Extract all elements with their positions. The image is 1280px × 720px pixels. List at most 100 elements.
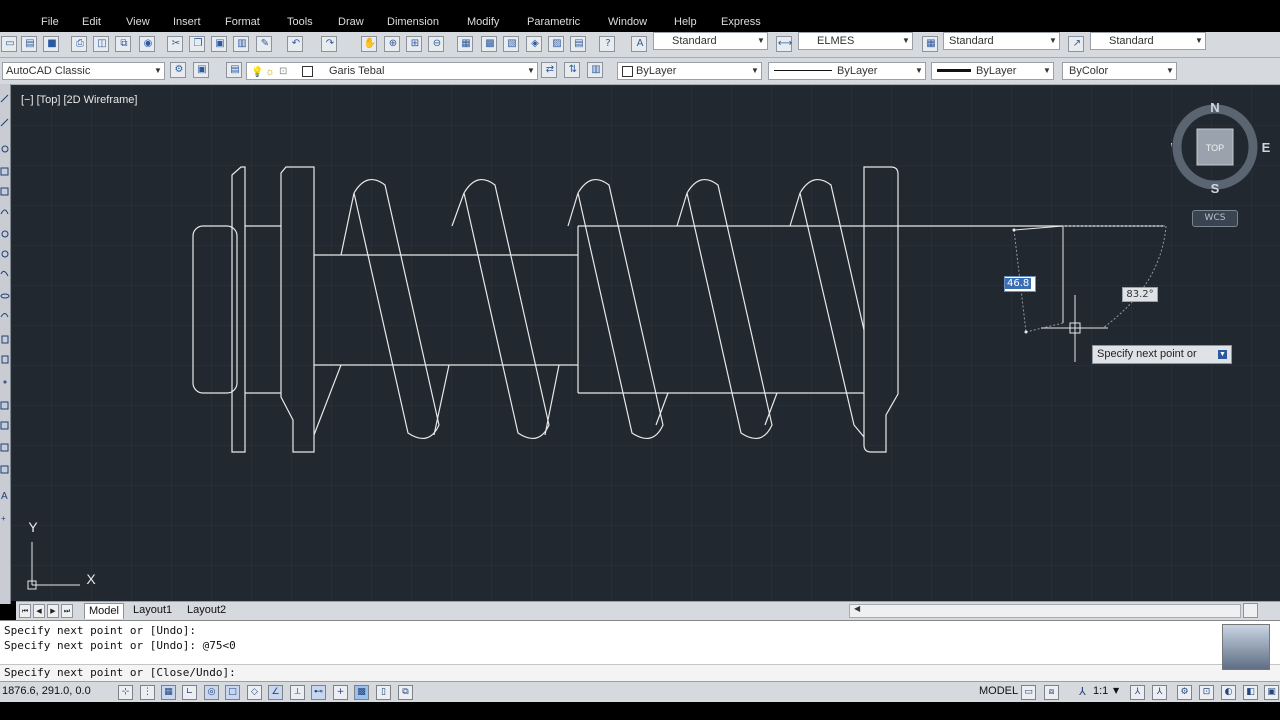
- command-prompt[interactable]: Specify next point or [Close/Undo]:: [4, 666, 236, 679]
- layer-properties-icon[interactable]: ▤: [226, 62, 242, 78]
- prev-tab-icon[interactable]: ◀: [33, 604, 45, 618]
- menu-dimension[interactable]: Dimension: [387, 16, 439, 28]
- menu-express[interactable]: Express: [721, 16, 761, 28]
- lineweight-select[interactable]: ByLayer ▼: [931, 62, 1054, 80]
- command-input-row[interactable]: Specify next point or [Close/Undo]:: [0, 664, 1280, 682]
- plotstyle-select[interactable]: ByColor ▼: [1062, 62, 1177, 80]
- compass-north[interactable]: N: [1210, 100, 1219, 115]
- design-center-icon[interactable]: ▩: [481, 36, 497, 52]
- quick-properties-icon[interactable]: ▯: [376, 685, 391, 700]
- gradient-icon[interactable]: [0, 421, 9, 430]
- selection-cycling-icon[interactable]: ⧉: [398, 685, 413, 700]
- markup-icon[interactable]: ▨: [548, 36, 564, 52]
- snap-mode-icon[interactable]: ⋮: [140, 685, 155, 700]
- menu-insert[interactable]: Insert: [173, 16, 201, 28]
- calculator-icon[interactable]: ▤: [570, 36, 586, 52]
- menu-draw[interactable]: Draw: [338, 16, 364, 28]
- spline-icon[interactable]: [0, 270, 9, 277]
- paste-icon[interactable]: ▣: [211, 36, 227, 52]
- 3d-dwf-icon[interactable]: ◉: [139, 36, 155, 52]
- auto-scale-icon[interactable]: ⅄: [1152, 685, 1167, 700]
- save-icon[interactable]: ■: [43, 36, 59, 52]
- tool-palettes-icon[interactable]: ▧: [503, 36, 519, 52]
- dynamic-ucs-icon[interactable]: ⟂: [290, 685, 305, 700]
- model-space-toggle[interactable]: MODEL: [979, 685, 1018, 697]
- dynamic-input-icon[interactable]: ⊷: [311, 685, 326, 700]
- dim-style-select[interactable]: ELMES ▼: [798, 32, 913, 50]
- grid-display-icon[interactable]: ▦: [161, 685, 176, 700]
- paste-special-icon[interactable]: ▥: [233, 36, 249, 52]
- region-icon[interactable]: [0, 443, 9, 452]
- plot-icon[interactable]: ⎙: [71, 36, 87, 52]
- hardware-acceleration-icon[interactable]: ◐: [1221, 685, 1236, 700]
- clean-screen-icon[interactable]: ▣: [1264, 685, 1279, 700]
- properties-icon[interactable]: ▦: [457, 36, 473, 52]
- make-current-icon[interactable]: ⇄: [541, 62, 557, 78]
- make-block-icon[interactable]: [1, 355, 9, 364]
- sheet-set-icon[interactable]: ◈: [526, 36, 542, 52]
- ellipse-icon[interactable]: [0, 293, 10, 299]
- menu-view[interactable]: View: [126, 16, 150, 28]
- point-icon[interactable]: [3, 380, 7, 384]
- text-style-select[interactable]: Standard ▼: [653, 32, 768, 50]
- 3d-object-snap-icon[interactable]: ◇: [247, 685, 262, 700]
- menu-file[interactable]: File: [41, 16, 59, 28]
- chevron-down-icon[interactable]: ▼: [1113, 686, 1119, 695]
- plot-preview-icon[interactable]: ◫: [93, 36, 109, 52]
- rectangle-icon[interactable]: [0, 187, 9, 196]
- annotation-visibility-icon[interactable]: ⅄: [1130, 685, 1145, 700]
- object-snap-tracking-icon[interactable]: ∠: [268, 685, 283, 700]
- dynamic-angle-input[interactable]: 83.2°: [1122, 287, 1158, 302]
- tab-layout1[interactable]: Layout1: [129, 603, 176, 618]
- mtext-icon[interactable]: A: [1, 491, 8, 502]
- compass-south[interactable]: S: [1211, 181, 1220, 196]
- drawing-canvas[interactable]: Y X [−] [Top] [2D Wireframe] 46.8 83.2° …: [11, 85, 1280, 601]
- publish-icon[interactable]: ⧉: [115, 36, 131, 52]
- menu-format[interactable]: Format: [225, 16, 260, 28]
- menu-window[interactable]: Window: [608, 16, 647, 28]
- next-tab-icon[interactable]: ▶: [47, 604, 59, 618]
- redo-icon[interactable]: ↷: [321, 36, 337, 52]
- customize-icon[interactable]: ▣: [193, 62, 209, 78]
- first-tab-icon[interactable]: ⏮: [19, 604, 31, 618]
- workspace-select[interactable]: AutoCAD Classic ▼: [2, 62, 165, 80]
- quick-view-drawings-icon[interactable]: ⧈: [1044, 685, 1059, 700]
- wcs-menu[interactable]: WCS: [1192, 210, 1238, 227]
- zoom-window-icon[interactable]: ⊞: [406, 36, 422, 52]
- undo-icon[interactable]: ↶: [287, 36, 303, 52]
- compass-east[interactable]: E: [1262, 140, 1271, 155]
- text-style-icon[interactable]: A: [631, 36, 647, 52]
- construction-line-icon[interactable]: [0, 118, 9, 127]
- insert-block-icon[interactable]: [1, 335, 9, 344]
- last-tab-icon[interactable]: ⏭: [61, 604, 73, 618]
- mleader-style-icon[interactable]: ↗: [1068, 36, 1084, 52]
- match-properties-icon[interactable]: ✎: [256, 36, 272, 52]
- lineweight-toggle-icon[interactable]: +: [333, 685, 348, 700]
- menu-parametric[interactable]: Parametric: [527, 16, 580, 28]
- layout-options-icon[interactable]: [1243, 603, 1258, 618]
- menu-tools[interactable]: Tools: [287, 16, 313, 28]
- scroll-left-icon[interactable]: ◀: [854, 604, 860, 613]
- workspace-switching-icon[interactable]: ⚙: [1177, 685, 1192, 700]
- object-snap-icon[interactable]: □: [225, 685, 240, 700]
- linetype-select[interactable]: ByLayer ▼: [768, 62, 926, 80]
- infer-constraints-icon[interactable]: ⊹: [118, 685, 133, 700]
- menu-edit[interactable]: Edit: [82, 16, 101, 28]
- layer-states-icon[interactable]: ▥: [587, 62, 603, 78]
- toolbar-lock-icon[interactable]: ⊡: [1199, 685, 1214, 700]
- pan-icon[interactable]: ✋: [361, 36, 377, 52]
- layer-select[interactable]: 💡 ☼ ⊡ Garis Tebal ▼: [246, 62, 538, 80]
- line-icon[interactable]: [0, 94, 9, 103]
- polygon-icon[interactable]: [0, 167, 9, 176]
- help-icon[interactable]: ?: [599, 36, 615, 52]
- circle-icon[interactable]: [1, 230, 9, 238]
- open-icon[interactable]: ▤: [21, 36, 37, 52]
- ellipse-arc-icon[interactable]: [0, 313, 9, 318]
- annotation-scale-icon[interactable]: ⅄: [1079, 685, 1086, 698]
- add-selected-icon[interactable]: +: [1, 514, 6, 523]
- new-icon[interactable]: ▭: [1, 36, 17, 52]
- revcloud-icon[interactable]: [1, 250, 9, 258]
- zoom-realtime-icon[interactable]: ⊕: [384, 36, 400, 52]
- workspace-settings-icon[interactable]: ⚙: [170, 62, 186, 78]
- menu-modify[interactable]: Modify: [467, 16, 499, 28]
